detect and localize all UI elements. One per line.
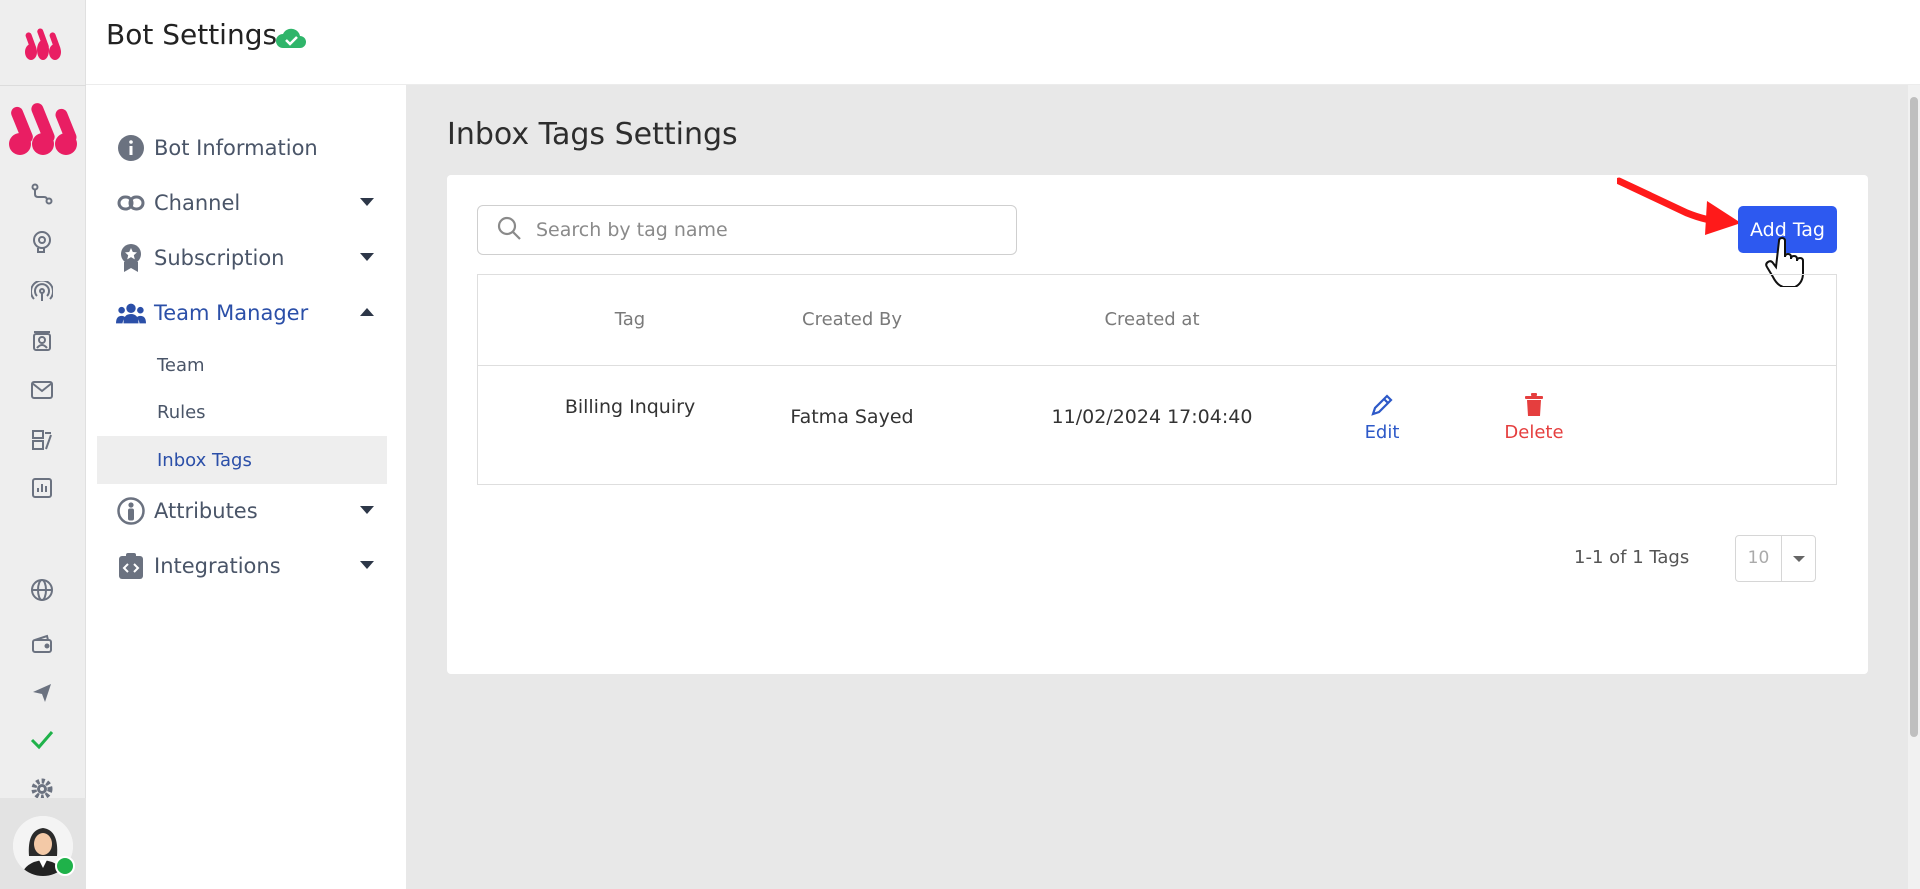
- delete-label: Delete: [1504, 422, 1564, 443]
- main-content: Inbox Tags Settings Add Tag Tag Created …: [406, 85, 1920, 889]
- page-header-title: Bot Settings: [106, 18, 278, 51]
- created-at-cell: 11/02/2024 17:04:40: [1051, 406, 1253, 428]
- brand-logo: [8, 98, 78, 160]
- tags-card: Add Tag Tag Created By Created at Billin…: [447, 175, 1868, 674]
- column-header-created-at: Created at: [1104, 309, 1200, 330]
- scrollbar-thumb[interactable]: [1910, 97, 1918, 737]
- icon-rail: [0, 0, 86, 889]
- app-logo[interactable]: [0, 0, 86, 86]
- sidebar-item-label: Subscription: [154, 246, 285, 270]
- user-profile[interactable]: [0, 798, 86, 889]
- person-icon: [116, 496, 146, 526]
- analytics-icon[interactable]: [26, 472, 58, 504]
- send-icon[interactable]: [26, 677, 58, 709]
- chevron-down-icon: [360, 506, 374, 514]
- info-icon: [116, 133, 146, 163]
- cloud-saved-icon: [275, 26, 307, 54]
- top-header: Bot Settings: [86, 0, 1920, 85]
- contacts-icon[interactable]: [26, 326, 58, 358]
- sidebar-item-label: Bot Information: [154, 136, 318, 160]
- sidebar-subitem-inbox-tags[interactable]: Inbox Tags: [97, 436, 387, 484]
- column-header-tag: Tag: [614, 309, 646, 330]
- chevron-down-icon: [360, 198, 374, 206]
- page-title: Inbox Tags Settings: [447, 117, 738, 152]
- badge-icon: [116, 243, 146, 273]
- sidebar-item-label: Integrations: [154, 554, 281, 578]
- mail-icon[interactable]: [26, 374, 58, 406]
- tag-cell: Billing Inquiry: [564, 396, 696, 418]
- sidebar-subitem-rules[interactable]: Rules: [97, 388, 387, 436]
- created-by-cell: Fatma Sayed: [790, 406, 914, 428]
- table-row: Billing Inquiry Fatma Sayed 11/02/2024 1…: [478, 366, 1836, 484]
- chevron-up-icon: [360, 308, 374, 316]
- sidebar-item-label: Attributes: [154, 499, 258, 523]
- sidebar-item-integrations[interactable]: Integrations: [116, 546, 392, 586]
- sidebar-item-subscription[interactable]: Subscription: [116, 238, 392, 278]
- table-header: Tag Created By Created at: [478, 275, 1836, 366]
- edit-label: Edit: [1364, 422, 1400, 443]
- pagination-summary: 1-1 of 1 Tags: [1574, 547, 1690, 568]
- settings-sidebar: Bot Information Channel Subscription Tea…: [86, 85, 406, 889]
- search-box[interactable]: [477, 205, 1017, 255]
- vertical-scrollbar[interactable]: [1908, 85, 1920, 889]
- chevron-down-icon: [1782, 555, 1815, 562]
- sidebar-item-label: Team Manager: [154, 301, 309, 325]
- chevron-down-icon: [360, 561, 374, 569]
- globe-icon[interactable]: [26, 574, 58, 606]
- code-icon: [116, 551, 146, 581]
- sidebar-subitem-team[interactable]: Team: [97, 341, 387, 389]
- online-status-indicator: [55, 856, 75, 876]
- team-icon: [116, 298, 146, 328]
- page-size-value: 10: [1736, 536, 1782, 581]
- pencil-icon: [1370, 393, 1394, 422]
- wallet-icon[interactable]: [26, 628, 58, 660]
- broadcast-icon[interactable]: [26, 276, 58, 308]
- link-icon: [116, 188, 146, 218]
- logo-icon: [25, 27, 61, 60]
- sidebar-item-channel[interactable]: Channel: [116, 183, 392, 223]
- check-icon[interactable]: [26, 724, 58, 756]
- sidebar-item-bot-information[interactable]: Bot Information: [116, 128, 392, 168]
- red-arrow-annotation-icon: [1617, 177, 1741, 235]
- chevron-down-icon: [360, 253, 374, 261]
- delete-button[interactable]: Delete: [1489, 393, 1579, 443]
- page-size-select[interactable]: 10: [1735, 535, 1816, 582]
- search-input[interactable]: [536, 219, 1006, 241]
- column-header-created-by: Created By: [802, 309, 902, 330]
- sidebar-item-label: Channel: [154, 191, 241, 215]
- dashboard-icon[interactable]: [26, 424, 58, 456]
- bot-brain-icon[interactable]: [26, 226, 58, 258]
- sidebar-item-team-manager[interactable]: Team Manager: [116, 293, 392, 333]
- flow-icon[interactable]: [26, 178, 58, 210]
- trash-icon: [1524, 393, 1544, 422]
- search-icon: [496, 215, 522, 245]
- brand-logo-icon: [9, 103, 77, 155]
- edit-button[interactable]: Edit: [1342, 393, 1422, 443]
- sidebar-item-attributes[interactable]: Attributes: [116, 491, 392, 531]
- tags-table: Tag Created By Created at Billing Inquir…: [477, 274, 1837, 485]
